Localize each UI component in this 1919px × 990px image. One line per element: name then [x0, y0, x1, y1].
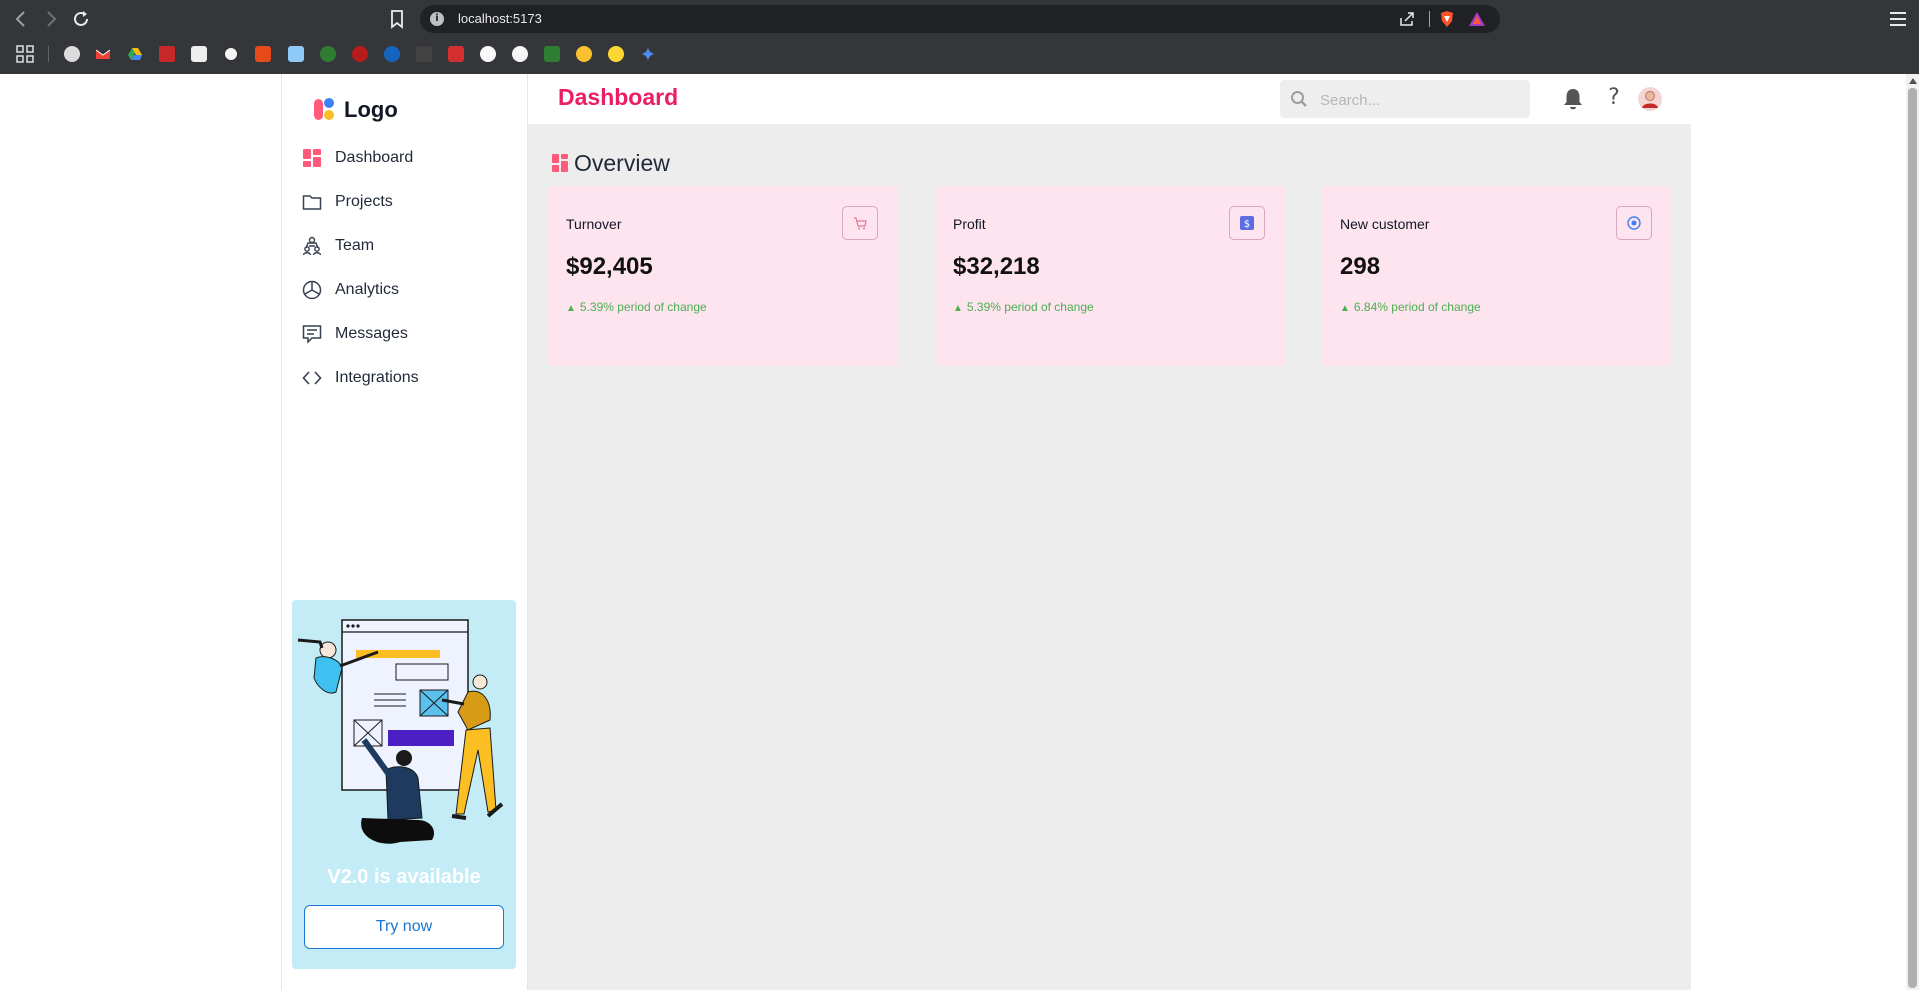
- page-scrollbar[interactable]: [1906, 74, 1919, 990]
- browser-menu-icon[interactable]: [1887, 8, 1909, 30]
- search-icon: [1291, 91, 1307, 107]
- card-label: Turnover: [566, 216, 622, 232]
- avatar[interactable]: [1638, 87, 1662, 111]
- message-icon: [302, 325, 322, 344]
- bookmark-icon-17[interactable]: [576, 46, 592, 62]
- overview-title: Overview: [574, 150, 670, 176]
- bookmark-icon-4[interactable]: [159, 46, 175, 62]
- svg-text:$: $: [1244, 219, 1250, 230]
- promo-title: V2.0 is available: [327, 866, 481, 888]
- cart-icon[interactable]: [842, 206, 878, 240]
- card-label: Profit: [953, 216, 986, 232]
- bell-icon[interactable]: [1562, 87, 1584, 111]
- card-change-text: 5.39% period of change: [579, 300, 707, 314]
- apps-grid-icon[interactable]: [16, 45, 34, 63]
- bookmark-icon[interactable]: [386, 8, 408, 30]
- share-icon[interactable]: [1398, 10, 1416, 28]
- help-icon[interactable]: ?: [1603, 85, 1625, 111]
- gmail-bookmark-icon[interactable]: [95, 46, 111, 62]
- dashboard-icon: [303, 149, 321, 167]
- bookmark-icon-18[interactable]: [608, 46, 624, 62]
- zoom-bookmark-icon[interactable]: [384, 46, 400, 62]
- card-value: $32,218: [953, 253, 1040, 280]
- omnibox-divider: [1429, 11, 1430, 27]
- sidebar: Logo Dashboard Projects Team Analytics M…: [281, 74, 528, 990]
- try-now-button[interactable]: Try now: [304, 905, 504, 949]
- topbar: Dashboard ?: [528, 74, 1691, 124]
- card-label: New customer: [1340, 216, 1430, 232]
- sidebar-item-analytics[interactable]: Analytics: [302, 268, 512, 312]
- apple-bookmark-icon[interactable]: [64, 46, 80, 62]
- address-bar[interactable]: i localhost:5173: [420, 5, 1500, 33]
- card-change-text: 5.39% period of change: [966, 300, 1094, 314]
- logo-text: Logo: [344, 97, 398, 122]
- bookmark-icon-12[interactable]: [416, 46, 432, 62]
- sidebar-item-label: Dashboard: [335, 149, 414, 166]
- bookmark-icon-9[interactable]: [320, 46, 336, 62]
- bookmark-icon-13[interactable]: [448, 46, 464, 62]
- card-value: $92,405: [566, 253, 653, 280]
- reload-icon[interactable]: [70, 8, 92, 30]
- promo-illustration: [297, 619, 504, 844]
- page-title: Dashboard: [558, 84, 679, 110]
- stat-card-turnover: Turnover $92,405 ▲ 5.39% period of change: [548, 186, 898, 366]
- browser-chrome: i localhost:5173: [0, 0, 1919, 74]
- sidebar-item-projects[interactable]: Projects: [302, 180, 512, 224]
- url-text[interactable]: localhost:5173: [458, 11, 542, 26]
- site-info-icon[interactable]: i: [430, 12, 444, 26]
- bookmark-icon-10[interactable]: [352, 46, 368, 62]
- dashboard-icon: [552, 154, 568, 172]
- brave-shields-icon[interactable]: [1438, 10, 1456, 28]
- bookmarks-divider: [48, 46, 49, 62]
- pie-chart-icon: [302, 280, 322, 300]
- github-bookmark-icon[interactable]: [512, 46, 528, 62]
- brave-rewards-icon[interactable]: [1468, 10, 1486, 28]
- browser-toolbar: i localhost:5173: [0, 0, 1919, 38]
- sidebar-item-label: Projects: [335, 193, 393, 210]
- team-icon: [302, 236, 322, 256]
- card-change: ▲ 5.39% period of change: [953, 300, 1094, 314]
- dollar-icon[interactable]: $: [1229, 206, 1265, 240]
- sidebar-item-team[interactable]: Team: [302, 224, 512, 268]
- up-arrow-icon: ▲: [953, 303, 963, 314]
- main-content: Dashboard ?: [528, 74, 1691, 990]
- logo-icon: [314, 98, 334, 120]
- search-input[interactable]: [1318, 88, 1522, 112]
- gemini-bookmark-icon[interactable]: [640, 46, 656, 62]
- bookmark-icon-6[interactable]: [223, 46, 239, 62]
- sidebar-item-messages[interactable]: Messages: [302, 312, 512, 356]
- card-value: 298: [1340, 253, 1381, 280]
- up-arrow-icon: ▲: [566, 303, 576, 314]
- drive-bookmark-icon[interactable]: [127, 46, 143, 62]
- code-icon: [302, 371, 322, 385]
- up-arrow-icon: ▲: [1340, 303, 1350, 314]
- forward-icon[interactable]: [40, 8, 62, 30]
- app-root: Logo Dashboard Projects Team Analytics M…: [0, 74, 1919, 990]
- stat-card-profit: Profit $32,218 ▲ 5.39% period of change $: [935, 186, 1285, 366]
- sheets-bookmark-icon[interactable]: [544, 46, 560, 62]
- bookmark-icon-7[interactable]: [255, 46, 271, 62]
- back-icon[interactable]: [10, 8, 32, 30]
- folder-icon: [302, 195, 322, 210]
- sidebar-nav: Dashboard Projects Team Analytics Messag…: [302, 136, 512, 400]
- bookmark-icon-8[interactable]: [288, 46, 304, 62]
- sidebar-item-label: Messages: [335, 325, 408, 342]
- upgrade-promo: V2.0 is available Try now: [292, 600, 516, 969]
- card-change: ▲ 5.39% period of change: [566, 300, 707, 314]
- sidebar-item-label: Analytics: [335, 281, 400, 298]
- sidebar-item-label: Team: [335, 237, 375, 254]
- bookmarks-bar: [0, 42, 1919, 66]
- bookmark-icon-5[interactable]: [191, 46, 207, 62]
- bookmark-icon-14[interactable]: [480, 46, 496, 62]
- sidebar-item-integrations[interactable]: Integrations: [302, 356, 512, 400]
- sidebar-item-dashboard[interactable]: Dashboard: [302, 136, 512, 180]
- scroll-up-arrow-icon[interactable]: [1909, 78, 1917, 84]
- search-box[interactable]: [1280, 80, 1530, 118]
- scrollbar-thumb[interactable]: [1908, 88, 1917, 988]
- sidebar-item-label: Integrations: [335, 369, 419, 386]
- stat-card-new-customer: New customer 298 ▲ 6.84% period of change: [1322, 186, 1672, 366]
- card-change: ▲ 6.84% period of change: [1340, 300, 1481, 314]
- customer-icon[interactable]: [1616, 206, 1652, 240]
- card-change-text: 6.84% period of change: [1353, 300, 1481, 314]
